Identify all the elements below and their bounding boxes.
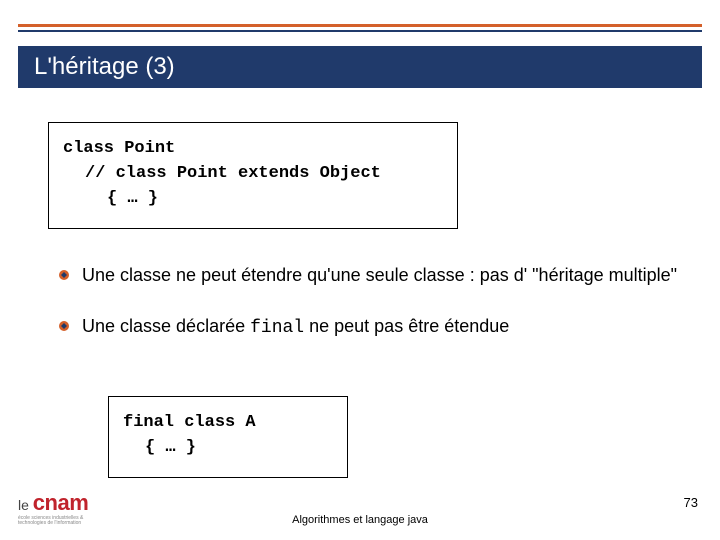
rule-blue: [18, 30, 702, 32]
logo-text-le: le: [18, 497, 33, 513]
footer-caption: Algorithmes et langage java: [0, 514, 720, 526]
code-line: { … }: [63, 189, 443, 208]
bullet-list: Une classe ne peut étendre qu'une seule …: [58, 264, 680, 369]
title-bar: L'héritage (3): [18, 46, 702, 88]
bullet-icon: [58, 268, 72, 286]
list-item: Une classe ne peut étendre qu'une seule …: [58, 264, 680, 287]
code-block-final: final class A { … }: [108, 396, 348, 478]
code-line: // class Point extends Object: [63, 164, 443, 183]
bullet-text-part: Une classe déclarée: [82, 316, 250, 336]
code-line: class Point: [63, 139, 443, 158]
bullet-text: Une classe déclarée final ne peut pas êt…: [72, 315, 509, 340]
page-title: L'héritage (3): [34, 53, 175, 81]
bullet-text: Une classe ne peut étendre qu'une seule …: [72, 264, 677, 287]
rule-orange: [18, 24, 702, 27]
logo-text-cnam: cnam: [33, 490, 88, 515]
bullet-icon: [58, 319, 72, 337]
code-line: { … }: [123, 438, 333, 457]
code-inline: final: [250, 318, 304, 338]
code-block-point: class Point // class Point extends Objec…: [48, 122, 458, 229]
list-item: Une classe déclarée final ne peut pas êt…: [58, 315, 680, 340]
bullet-text-part: ne peut pas être étendue: [304, 316, 509, 336]
slide: L'héritage (3) class Point // class Poin…: [0, 0, 720, 540]
code-line: final class A: [123, 413, 333, 432]
page-number: 73: [684, 495, 698, 510]
